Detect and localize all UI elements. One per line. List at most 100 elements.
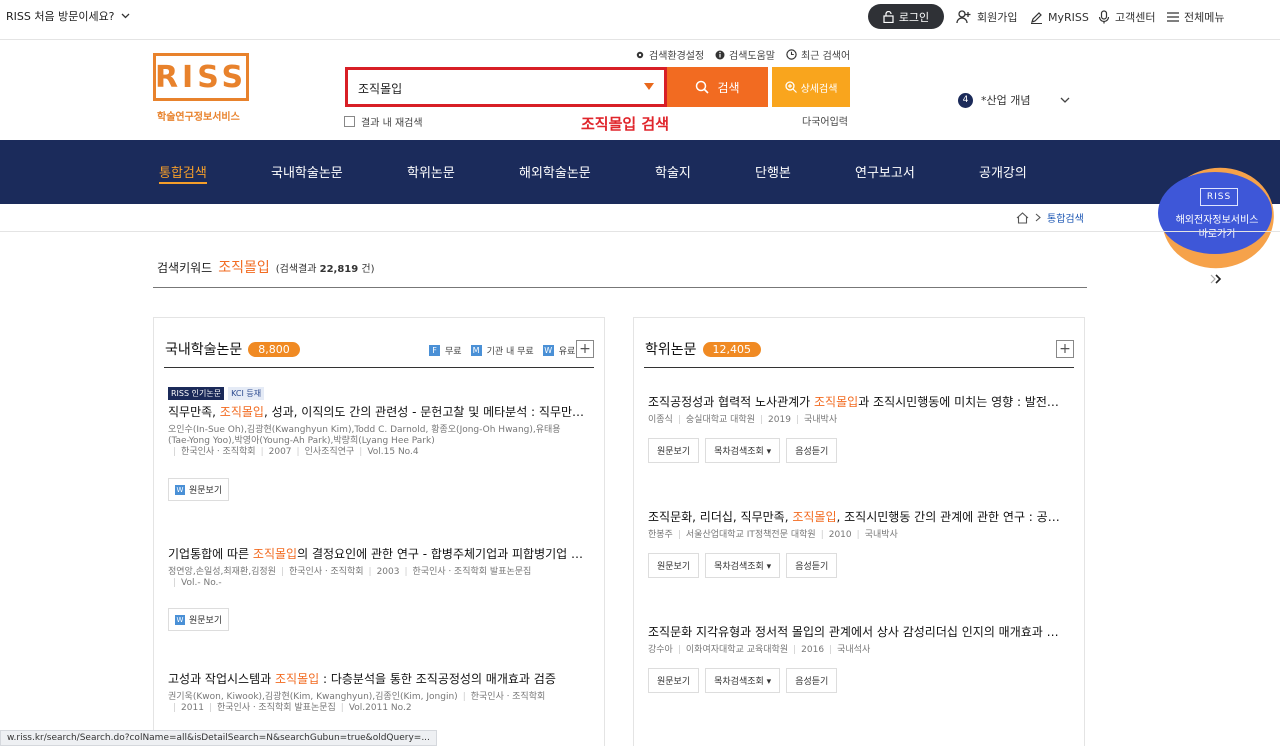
double-chevron-right-icon[interactable]	[1209, 273, 1223, 287]
user-add-icon	[956, 10, 971, 24]
toc-search-button[interactable]: 목차검색조회 ▾	[705, 438, 781, 463]
item-title-link[interactable]: 기업통합에 따른 조직몰입의 결정요인에 관한 연구 - 합병주체기업과 피합병…	[168, 545, 588, 562]
riss-popular-badge: RISS 인기논문	[168, 387, 225, 400]
item-meta: 한봉주 | 서울산업대학교 IT정책전문 대학원 | 2010 | 국내박사	[648, 530, 898, 540]
title-highlight: 조직몰입	[252, 547, 298, 561]
nav-tab-reports[interactable]: 연구보고서	[855, 162, 915, 181]
detail-search-button[interactable]: 상세검색	[772, 67, 850, 107]
fulltext-button[interactable]: 원문보기	[648, 668, 700, 693]
multilang-input-link[interactable]: 다국어입력	[802, 113, 848, 128]
fulltext-button[interactable]: W 원문보기	[168, 608, 230, 631]
item-title-link[interactable]: 고성과 작업시스템과 조직몰입 : 다층분석을 통한 조직공정성의 매개효과 검…	[168, 670, 588, 687]
domestic-more-button[interactable]: +	[576, 340, 594, 358]
meta-journal: 한국인사ㆍ조직학회 발표논문집	[412, 567, 532, 577]
info-icon	[715, 50, 725, 59]
search-button-label: 검색	[717, 80, 740, 95]
clock-icon	[786, 49, 797, 60]
meta-authors: 정연앙,손일성,최재환,김정원	[168, 567, 276, 577]
nav-tab-integrated[interactable]: 통합검색	[159, 162, 207, 181]
title-part: 직무만족,	[168, 405, 220, 419]
trending-keyword[interactable]: 4 *산업 개념	[958, 90, 1078, 110]
title-highlight: 조직몰입	[219, 405, 264, 419]
item-meta: 권기욱(Kwon, Kiwook),김광현(Kim, Kwanghyun),김종…	[168, 692, 588, 714]
toc-label: 목차검색조회	[714, 677, 764, 687]
paid-icon: W	[175, 614, 185, 625]
fulltext-button[interactable]: 원문보기	[648, 438, 700, 463]
login-button[interactable]: 로그인	[868, 4, 944, 29]
thesis-panel-title[interactable]: 학위논문	[645, 339, 697, 359]
search-dropdown-caret-icon[interactable]	[644, 83, 654, 90]
title-part: , 성과, 이직의도 간의 관련성 - 문헌고찰 및 메타분석 : 직무만족, …	[263, 405, 588, 419]
item-meta: 오인수(In-Sue Oh),김광현(Kwanghyun Kim),Todd C…	[168, 425, 588, 458]
listen-audio-button[interactable]: 음성듣기	[786, 438, 838, 463]
recent-search-link[interactable]: 최근 검색어	[786, 47, 850, 62]
nav-tab-books[interactable]: 단행본	[755, 162, 791, 181]
nav-tab-thesis[interactable]: 학위논문	[407, 162, 455, 181]
signup-link[interactable]: 회원가입	[956, 4, 1017, 30]
search-keyword-summary: 검색키워드 조직몰입 (검색결과 22,819 건)	[157, 257, 375, 277]
all-menu-link[interactable]: 전체메뉴	[1167, 4, 1224, 30]
meta-degree: 국내박사	[804, 415, 838, 425]
chevron-down-icon	[121, 13, 129, 19]
nav-tab-domestic-papers[interactable]: 국내학술논문	[271, 162, 343, 181]
search-within-results[interactable]: 결과 내 재검색	[344, 114, 423, 129]
microphone-icon	[1098, 10, 1110, 24]
meta-degree: 국내박사	[864, 530, 898, 540]
search-button[interactable]: 검색	[667, 67, 768, 107]
all-menu-label: 전체메뉴	[1184, 11, 1225, 24]
fulltext-button[interactable]: 원문보기	[648, 553, 700, 578]
listen-audio-button[interactable]: 음성듣기	[786, 553, 838, 578]
item-title-link[interactable]: 조직문화 지각유형과 정서적 몰입의 관계에서 상사 감성리더십 인지의 매개효…	[648, 623, 1066, 640]
trending-term: *산업 개념	[981, 94, 1031, 107]
breadcrumb-current[interactable]: 통합검색	[1047, 210, 1084, 225]
myriss-link[interactable]: MyRISS	[1030, 4, 1089, 30]
support-link[interactable]: 고객센터	[1098, 4, 1155, 30]
meta-volume: Vol.- No.-	[181, 578, 222, 588]
keyword-divider	[153, 287, 1087, 288]
nav-tab-overseas-papers[interactable]: 해외학술논문	[519, 162, 591, 181]
list-item: 조직문화 지각유형과 정서적 몰입의 관계에서 상사 감성리더십 인지의 매개효…	[648, 623, 1066, 693]
thesis-more-button[interactable]: +	[1056, 340, 1074, 358]
zoom-plus-icon	[784, 81, 797, 93]
meta-degree: 국내석사	[837, 645, 871, 655]
title-part: , 조직시민행동 간의 관계에 관한 연구 : 공공조직을 중심으로	[836, 510, 1067, 524]
listen-audio-button[interactable]: 음성듣기	[786, 668, 838, 693]
search-input[interactable]	[358, 78, 628, 98]
meta-author: 한봉주	[648, 530, 673, 540]
item-title-link[interactable]: 직무만족, 조직몰입, 성과, 이직의도 간의 관련성 - 문헌고찰 및 메타분…	[168, 403, 588, 420]
fulltext-button[interactable]: W 원문보기	[168, 478, 230, 501]
thesis-panel-rule	[644, 367, 1074, 368]
search-settings-label: 검색환경설정	[649, 51, 705, 62]
nav-tab-lectures[interactable]: 공개강의	[979, 162, 1027, 181]
riss-logo[interactable]: RISS 학술연구정보서비스	[152, 52, 252, 123]
toc-label: 목차검색조회	[714, 562, 764, 572]
item-title-link[interactable]: 조직공정성과 협력적 노사관계가 조직몰입과 조직시민행동에 미치는 영향 : …	[648, 393, 1066, 410]
domestic-panel-title[interactable]: 국내학술논문	[165, 339, 242, 359]
trending-rank: 4	[958, 92, 973, 108]
item-meta: 강수아 | 이화여자대학교 교육대학원 | 2016 | 국내석사	[648, 645, 871, 655]
domestic-panel-header: 국내학술논문 8,800	[165, 339, 300, 359]
browser-status-url: w.riss.kr/search/Search.do?colName=all&i…	[0, 730, 437, 746]
search-within-checkbox[interactable]	[344, 116, 355, 127]
search-settings-link[interactable]: 검색환경설정	[635, 47, 704, 62]
nav-tab-journals[interactable]: 학술지	[655, 162, 691, 181]
meta-pub: | 한국인사ㆍ조직학회 | 2007 | 인사조직연구 | Vol.15 No.4	[173, 447, 419, 457]
domestic-panel-rule	[164, 367, 594, 368]
main-navigation: 통합검색 국내학술논문 학위논문 해외학술논문 학술지 단행본 연구보고서 공개…	[0, 140, 1280, 204]
support-label: 고객센터	[1115, 11, 1156, 24]
legend-paid: 유료	[558, 347, 576, 357]
title-part: 고성과 작업시스템과	[168, 672, 275, 686]
item-title-link[interactable]: 조직문화, 리더십, 직무만족, 조직몰입, 조직시민행동 간의 관계에 관한 …	[648, 508, 1066, 525]
toc-search-button[interactable]: 목차검색조회 ▾	[705, 668, 781, 693]
item-badges: RISS 인기논문 KCI 등재	[168, 387, 588, 400]
first-visit-dropdown[interactable]: RISS 처음 방문이세요?	[6, 8, 130, 24]
search-help-link[interactable]: 검색도움말	[715, 47, 775, 62]
home-icon[interactable]	[1016, 211, 1029, 224]
item-actions: 원문보기 목차검색조회 ▾ 음성듣기	[648, 553, 1066, 578]
title-part: 과 조직시민행동에 미치는 영향 : 발전회사를 중심으로	[858, 395, 1066, 409]
first-visit-label: RISS 처음 방문이세요?	[6, 10, 115, 23]
result-suffix: 건)	[361, 264, 375, 275]
meta-year: 2007	[268, 447, 292, 457]
meta-authors: 권기욱(Kwon, Kiwook),김광현(Kim, Kwanghyun),김종…	[168, 692, 458, 702]
toc-search-button[interactable]: 목차검색조회 ▾	[705, 553, 781, 578]
